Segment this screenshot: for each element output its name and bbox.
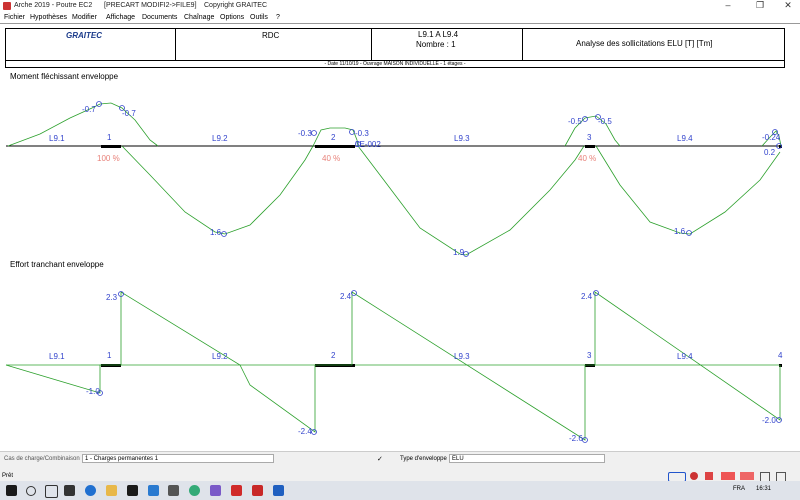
app-icon[interactable]	[168, 485, 179, 496]
moment-span-label: L9.4	[677, 134, 693, 143]
moment-value-label: 0.2	[764, 148, 776, 157]
moment-value-label: -0.7	[82, 105, 96, 114]
shear-markers	[97, 290, 782, 443]
moment-value-label: 1.9	[453, 248, 465, 257]
envelope-label: Type d'enveloppe	[400, 456, 447, 462]
shear-support-2	[315, 364, 355, 367]
tray-language[interactable]: FRA	[733, 486, 745, 492]
moment-span-label: L9.3	[454, 134, 470, 143]
app-icon[interactable]	[148, 485, 159, 496]
shear-support-label: 1	[107, 351, 112, 360]
shear-support-label: 4	[778, 351, 783, 360]
tool-icon[interactable]	[705, 472, 713, 480]
moment-curve-span3	[357, 145, 585, 256]
shear-span-label: L9.2	[212, 352, 228, 361]
moment-value-label: -0.24	[762, 133, 781, 142]
moment-support-1	[101, 145, 121, 148]
moment-value-label: 1.6	[210, 228, 222, 237]
moment-value-label: -0.5	[598, 117, 612, 126]
moment-support-3	[585, 145, 595, 148]
shear-value-label: -2.6	[569, 434, 583, 443]
moment-curve-support2	[312, 127, 359, 147]
shear-span-label: L9.1	[49, 352, 65, 361]
moment-value-label: -0.3	[298, 129, 312, 138]
moment-support-label: 1	[107, 133, 112, 142]
dxf-icon[interactable]	[740, 472, 754, 480]
moment-curve-span2	[121, 145, 314, 235]
app-icon[interactable]	[189, 485, 200, 496]
shear-span-label: L9.4	[677, 352, 693, 361]
tray-clock[interactable]: 16:31	[756, 486, 771, 492]
moment-value-label: 3E-002	[355, 140, 381, 149]
shear-value-label: -1.0	[86, 387, 100, 396]
tool-icon[interactable]	[690, 472, 698, 480]
shear-support-label: 3	[587, 351, 592, 360]
shear-support-label: 2	[331, 351, 336, 360]
moment-value-label: -0.7	[122, 109, 136, 118]
shear-span-label: L9.3	[454, 352, 470, 361]
app-icon[interactable]	[210, 485, 221, 496]
taskbar: FRA 16:31	[0, 481, 800, 500]
app-icon[interactable]	[64, 485, 75, 496]
pdf-icon[interactable]	[231, 485, 242, 496]
edge-icon[interactable]	[85, 485, 96, 496]
status-ready: Prêt	[2, 473, 14, 479]
status-bar: Cas de charge/Combinaison 1 - Charges pe…	[0, 451, 800, 482]
app-icon[interactable]	[273, 485, 284, 496]
shear-value-label: 2.4	[340, 292, 352, 301]
shear-support-3	[585, 364, 595, 367]
shear-value-label: 2.3	[106, 293, 118, 302]
moment-value-label: -0.5	[568, 117, 582, 126]
diagram-svg: L9.1 L9.2 L9.3 L9.4 1 2 3 -0.7 -0.7 -0.3…	[5, 101, 783, 443]
task-view-icon[interactable]	[45, 485, 58, 498]
moment-support-2	[315, 145, 355, 148]
moment-support-label: 2	[331, 133, 336, 142]
moment-percent-label: 40 %	[322, 154, 340, 163]
envelope-field[interactable]: ELU	[449, 454, 605, 463]
moment-span-label: L9.1	[49, 134, 65, 143]
moment-value-label: -0.3	[355, 129, 369, 138]
moment-span-label: L9.2	[212, 134, 228, 143]
moment-support-label: 3	[587, 133, 592, 142]
arche-icon[interactable]	[252, 485, 263, 496]
shear-support-1	[101, 364, 121, 367]
search-icon[interactable]	[26, 486, 36, 496]
folder-icon[interactable]	[106, 485, 117, 496]
combo-label: Cas de charge/Combinaison	[4, 456, 80, 462]
combo-field[interactable]: 1 - Charges permanentes 1	[82, 454, 274, 463]
export-icon[interactable]	[721, 472, 735, 480]
envelope-checkbox[interactable]: ✓	[377, 455, 383, 463]
moment-value-label: 1.6	[674, 227, 686, 236]
start-icon[interactable]	[6, 485, 17, 496]
shear-support-4	[779, 364, 782, 367]
shear-value-label: 2.4	[581, 292, 593, 301]
shear-value-label: -2.4	[298, 427, 312, 436]
moment-curve-span4	[595, 145, 781, 235]
app-icon[interactable]	[127, 485, 138, 496]
moment-percent-label: 100 %	[97, 154, 120, 163]
shear-value-label: -2.0	[762, 416, 776, 425]
shear-curve	[5, 291, 781, 441]
moment-percent-label: 40 %	[578, 154, 596, 163]
